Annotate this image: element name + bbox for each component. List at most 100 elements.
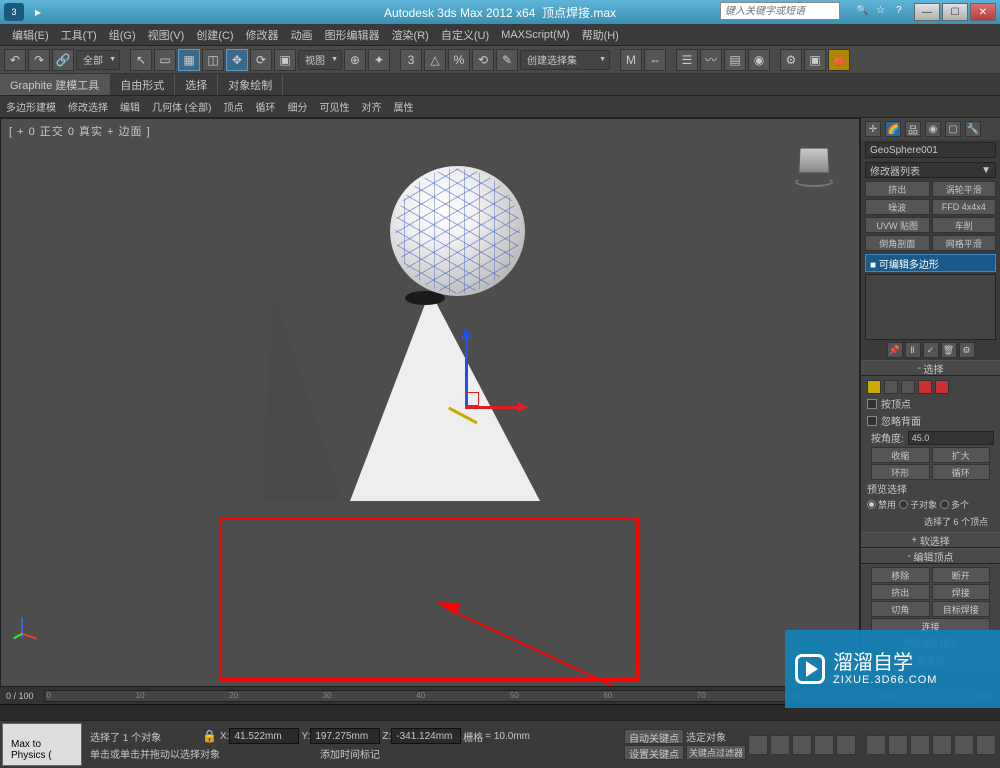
coord-z[interactable]: -341.124mm — [391, 728, 461, 744]
viewport[interactable]: [ + 0 正交 0 真实 + 边面 ] — [0, 118, 860, 708]
help-search-input[interactable] — [720, 2, 840, 20]
ribbon-sub-edit[interactable]: 编辑 — [114, 99, 146, 114]
schematic-icon[interactable]: ▤ — [724, 49, 746, 71]
scale-icon[interactable]: ▣ — [274, 49, 296, 71]
mod-turbosmooth[interactable]: 涡轮平滑 — [932, 181, 997, 197]
ribbon-sub-vertex[interactable]: 顶点 — [217, 99, 249, 114]
edit-selset-icon[interactable]: ✎ — [496, 49, 518, 71]
material-editor-icon[interactable]: ◉ — [748, 49, 770, 71]
close-button[interactable]: ✕ — [970, 3, 996, 21]
render-frame-icon[interactable]: ▣ — [804, 49, 826, 71]
menu-group[interactable]: 组(G) — [103, 27, 142, 43]
mod-lathe[interactable]: 车削 — [932, 217, 997, 233]
manip-icon[interactable]: ✦ — [368, 49, 390, 71]
pin-stack-icon[interactable]: 📌 — [887, 342, 903, 358]
tab-display-icon[interactable]: ▢ — [945, 121, 961, 137]
ribbon-tab-freeform[interactable]: 自由形式 — [110, 74, 175, 95]
pivot-icon[interactable]: ⊕ — [344, 49, 366, 71]
ribbon-tab-modeling[interactable]: Graphite 建模工具 — [0, 74, 110, 95]
subobj-edge-icon[interactable] — [884, 380, 898, 394]
move-icon[interactable]: ✥ — [226, 49, 248, 71]
menu-grapheditors[interactable]: 图形编辑器 — [319, 27, 386, 43]
rollout-softselection[interactable]: + 软选择 — [861, 532, 1000, 548]
ribbon-sub-modsel[interactable]: 修改选择 — [62, 99, 114, 114]
goto-start-icon[interactable] — [748, 735, 768, 755]
next-frame-icon[interactable] — [814, 735, 834, 755]
keyfilters-button[interactable]: 关键点过滤器 — [686, 745, 746, 760]
filter-dropdown[interactable]: 全部 — [76, 50, 120, 70]
autokey-button[interactable]: 自动关键点 — [624, 729, 684, 744]
subobj-vertex-icon[interactable] — [867, 380, 881, 394]
shrink-button[interactable]: 收缩 — [871, 447, 930, 463]
select-name-icon[interactable]: ▭ — [154, 49, 176, 71]
viewport-label[interactable]: [ + 0 正交 0 真实 + 边面 ] — [9, 123, 151, 139]
mod-bevelprof[interactable]: 倒角剖面 — [865, 235, 930, 251]
break-button[interactable]: 断开 — [932, 567, 991, 583]
remove-mod-icon[interactable]: 🗑 — [941, 342, 957, 358]
minimize-button[interactable]: — — [914, 3, 940, 21]
ribbon-sub-polymodel[interactable]: 多边形建模 — [0, 99, 62, 114]
layers-icon[interactable]: ☰ — [676, 49, 698, 71]
loop-button[interactable]: 循环 — [932, 464, 991, 480]
curve-editor-icon[interactable]: 〰 — [700, 49, 722, 71]
setkey-button[interactable]: 设置关键点 — [624, 745, 684, 760]
object-name-field[interactable]: GeoSphere001 — [865, 142, 996, 158]
unique-icon[interactable]: ✓ — [923, 342, 939, 358]
preview-multi-radio[interactable] — [940, 500, 949, 509]
select-region-icon[interactable]: ▦ — [178, 49, 200, 71]
mod-noise[interactable]: 噪波 — [865, 199, 930, 215]
keymode-dropdown[interactable]: 选定对象 — [686, 729, 736, 744]
zoom-icon[interactable] — [888, 735, 908, 755]
menu-help[interactable]: 帮助(H) — [576, 27, 625, 43]
menu-create[interactable]: 创建(C) — [190, 27, 239, 43]
lock-selection-icon[interactable]: 🔒 — [202, 729, 218, 743]
refcoord-dropdown[interactable]: 视图 — [298, 50, 342, 70]
mod-meshsmooth[interactable]: 网格平滑 — [932, 235, 997, 251]
preview-subobj-radio[interactable] — [899, 500, 908, 509]
ribbon-tab-objpaint[interactable]: 对象绘制 — [218, 74, 283, 95]
subobj-element-icon[interactable] — [935, 380, 949, 394]
menu-animation[interactable]: 动画 — [285, 27, 319, 43]
render-icon[interactable]: 🫖 — [828, 49, 850, 71]
maxscript-listener[interactable]: Max to Physics ( — [2, 723, 82, 766]
subobj-border-icon[interactable] — [901, 380, 915, 394]
rollout-editvertices[interactable]: - 编辑顶点 — [861, 548, 1000, 564]
rollout-selection[interactable]: - 选择 — [861, 360, 1000, 376]
mod-ffd[interactable]: FFD 4x4x4 — [932, 199, 997, 215]
coord-x[interactable]: 41.522mm — [229, 728, 299, 744]
ignore-backface-checkbox[interactable] — [867, 416, 877, 426]
orbit-icon[interactable] — [954, 735, 974, 755]
window-crossing-icon[interactable]: ◫ — [202, 49, 224, 71]
grow-button[interactable]: 扩大 — [932, 447, 991, 463]
mod-uvw[interactable]: UVW 贴图 — [865, 217, 930, 233]
snap-icon[interactable]: 3 — [400, 49, 422, 71]
angle-spinner[interactable]: 45.0 — [908, 431, 994, 445]
tab-create-icon[interactable]: ✛ — [865, 121, 881, 137]
ring-button[interactable]: 环形 — [871, 464, 930, 480]
app-menu-arrow-icon[interactable]: ▸ — [30, 4, 46, 20]
show-end-icon[interactable]: Ⅱ — [905, 342, 921, 358]
redo-icon[interactable]: ↷ — [28, 49, 50, 71]
percent-snap-icon[interactable]: % — [448, 49, 470, 71]
fov-icon[interactable] — [932, 735, 952, 755]
by-vertex-checkbox[interactable] — [867, 399, 877, 409]
subobj-poly-icon[interactable] — [918, 380, 932, 394]
ribbon-sub-subdiv[interactable]: 细分 — [281, 99, 313, 114]
search-icon[interactable]: 🔍 — [856, 5, 870, 19]
maximize-button[interactable]: ☐ — [942, 3, 968, 21]
play-icon[interactable] — [792, 735, 812, 755]
ribbon-sub-loops[interactable]: 循环 — [249, 99, 281, 114]
tab-modify-icon[interactable]: 🌈 — [885, 121, 901, 137]
weld-button[interactable]: 焊接 — [932, 584, 991, 600]
menu-rendering[interactable]: 渲染(R) — [386, 27, 435, 43]
ribbon-sub-props[interactable]: 属性 — [387, 99, 419, 114]
align-icon[interactable]: ⇔ — [644, 49, 666, 71]
coord-y[interactable]: 197.275mm — [310, 728, 380, 744]
ribbon-tab-selection[interactable]: 选择 — [175, 74, 218, 95]
configure-icon[interactable]: ⚙ — [959, 342, 975, 358]
rotate-icon[interactable]: ⟳ — [250, 49, 272, 71]
tab-hierarchy-icon[interactable]: 品 — [905, 121, 921, 137]
tab-utilities-icon[interactable]: 🔧 — [965, 121, 981, 137]
undo-icon[interactable]: ↶ — [4, 49, 26, 71]
angle-snap-icon[interactable]: △ — [424, 49, 446, 71]
